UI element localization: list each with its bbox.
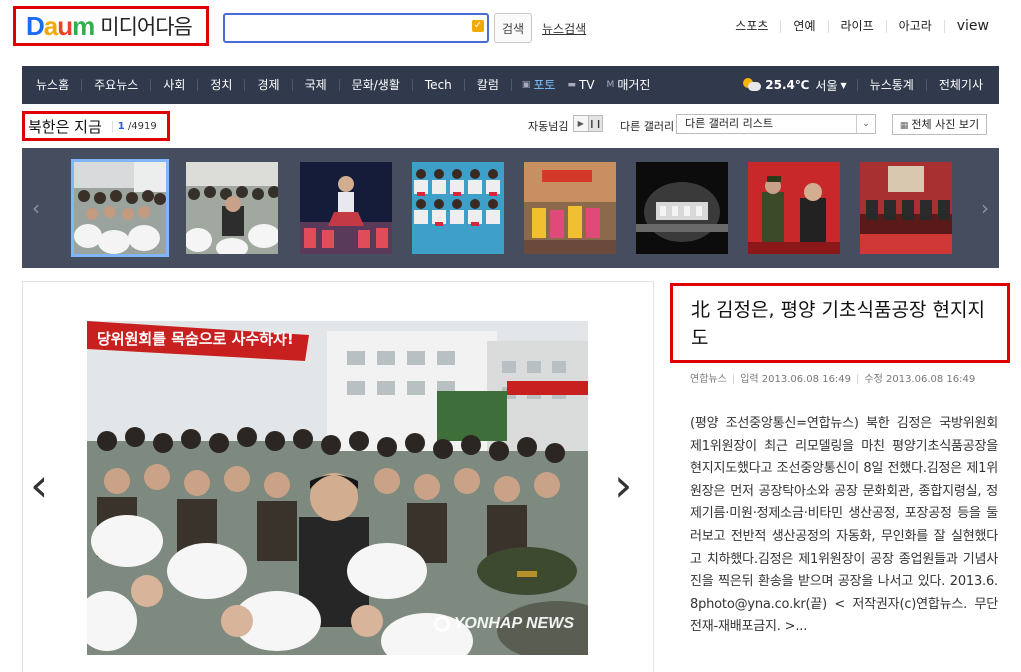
- main-photo-image: 당위원회를 목숨으로 사수하자!: [87, 321, 588, 655]
- daum-logo-icon: Daum: [26, 11, 95, 41]
- nav-culture[interactable]: 문화/생활: [338, 79, 412, 91]
- photo-icon: ▣: [521, 80, 531, 90]
- article-title-box: 北 김정은, 평양 기초식품공장 현지지도: [670, 283, 1010, 363]
- thumbnail-1[interactable]: [71, 159, 169, 257]
- thumbnail-5[interactable]: [524, 162, 616, 254]
- top-link-sports[interactable]: 스포츠: [723, 20, 780, 33]
- thumbnail-6[interactable]: [636, 162, 728, 254]
- gallery-title-box: 북한은 지금 1 /4919: [22, 111, 170, 141]
- yonhap-watermark: YONHAP NEWS: [433, 615, 574, 633]
- nav-tech[interactable]: Tech: [411, 79, 464, 91]
- strip-prev-icon[interactable]: ‹: [32, 196, 40, 220]
- top-nav: 스포츠 연예 라이프 아고라 view: [723, 19, 1001, 33]
- nav-world[interactable]: 국제: [291, 79, 339, 91]
- nav-media-group: ▣ 포토 ▬ TV M 매거진: [510, 79, 661, 91]
- caret-down-icon: ▼: [840, 80, 847, 90]
- thumbnail-strip: ‹ ›: [22, 148, 999, 268]
- strip-next-icon[interactable]: ›: [981, 196, 989, 220]
- thumbnail-8[interactable]: [860, 162, 952, 254]
- autoplay-label: 자동넘김: [528, 120, 569, 133]
- article-meta: 연합뉴스 | 입력 2013.06.08 16:49 | 수정 2013.06.08 1…: [690, 374, 976, 385]
- autoplay-controls: ▶ ❙❙: [573, 115, 603, 132]
- nav-economy[interactable]: 경제: [244, 79, 291, 91]
- gallery-title: 북한은 지금: [28, 117, 102, 136]
- magazine-icon: M: [606, 80, 615, 90]
- thumbnail-2[interactable]: [186, 162, 278, 254]
- nav-news-home[interactable]: 뉴스홈: [22, 79, 81, 91]
- nav-society[interactable]: 사회: [150, 79, 197, 91]
- main-nav: 뉴스홈 주요뉴스 사회 정치 경제 국제 문화/생활 Tech 칼럼 ▣ 포토 ▬…: [22, 66, 999, 104]
- all-photos-button[interactable]: ▦ 전체 사진 보기: [892, 114, 987, 135]
- article-body: (평양 조선중앙통신=연합뉴스) 북한 김정은 국방위원회 제1위원장이 최근 …: [690, 416, 998, 635]
- top-link-agora[interactable]: 아고라: [885, 20, 944, 33]
- top-link-view[interactable]: view: [943, 19, 1001, 33]
- thumbnail-7[interactable]: [748, 162, 840, 254]
- search-input[interactable]: [223, 13, 489, 43]
- nav-tv[interactable]: ▬ TV: [561, 79, 600, 91]
- thumbnail-4[interactable]: [412, 162, 504, 254]
- play-icon[interactable]: ▶: [574, 116, 588, 131]
- keyboard-check-icon[interactable]: ✓: [472, 20, 484, 32]
- other-gallery-select[interactable]: 다른 갤러리 리스트 ⌄: [676, 114, 876, 134]
- site-name: 미디어다음: [100, 15, 193, 39]
- photo-prev-icon[interactable]: ‹: [30, 462, 48, 508]
- nav-column[interactable]: 칼럼: [463, 79, 511, 91]
- other-gallery-label: 다른 갤러리: [620, 120, 675, 133]
- grid-icon: ▦: [899, 121, 909, 131]
- gallery-counter: 1 /4919: [111, 120, 157, 132]
- nav-all-articles[interactable]: 전체기사: [925, 79, 999, 91]
- pause-icon[interactable]: ❙❙: [587, 116, 602, 131]
- search-button[interactable]: 검색: [494, 13, 532, 43]
- nav-politics[interactable]: 정치: [197, 79, 244, 91]
- nav-magazine[interactable]: M 매거진: [601, 79, 657, 91]
- partly-cloudy-icon: [743, 78, 762, 92]
- article-source[interactable]: 연합뉴스: [690, 374, 727, 385]
- main-photo[interactable]: 당위원회를 목숨으로 사수하자! YONHAP NEWS: [87, 321, 588, 655]
- nav-main-news[interactable]: 주요뉴스: [81, 79, 150, 91]
- top-link-entertainment[interactable]: 연예: [780, 20, 827, 33]
- article-modified: 수정 2013.06.08 16:49: [864, 374, 976, 385]
- city: 서울: [815, 78, 838, 93]
- nav-news-stats[interactable]: 뉴스통계: [856, 79, 926, 91]
- logo[interactable]: Daum 미디어다음: [13, 6, 209, 46]
- chevron-down-icon: ⌄: [856, 115, 875, 133]
- weather-widget[interactable]: 25.4℃ 서울 ▼: [743, 77, 856, 94]
- temperature: 25.4℃: [765, 78, 810, 92]
- nav-photo[interactable]: ▣ 포토: [516, 79, 562, 91]
- article-title: 北 김정은, 평양 기초식품공장 현지지도: [691, 299, 985, 349]
- article-posted: 입력 2013.06.08 16:49: [740, 374, 852, 385]
- news-search-link[interactable]: 뉴스검색: [542, 20, 586, 37]
- top-link-life[interactable]: 라이프: [827, 20, 886, 33]
- svg-text:당위원회를 목숨으로 사수하자!: 당위원회를 목숨으로 사수하자!: [97, 330, 294, 348]
- thumbnail-3[interactable]: [300, 162, 392, 254]
- tv-icon: ▬: [567, 80, 576, 90]
- photo-next-icon[interactable]: ›: [614, 462, 632, 508]
